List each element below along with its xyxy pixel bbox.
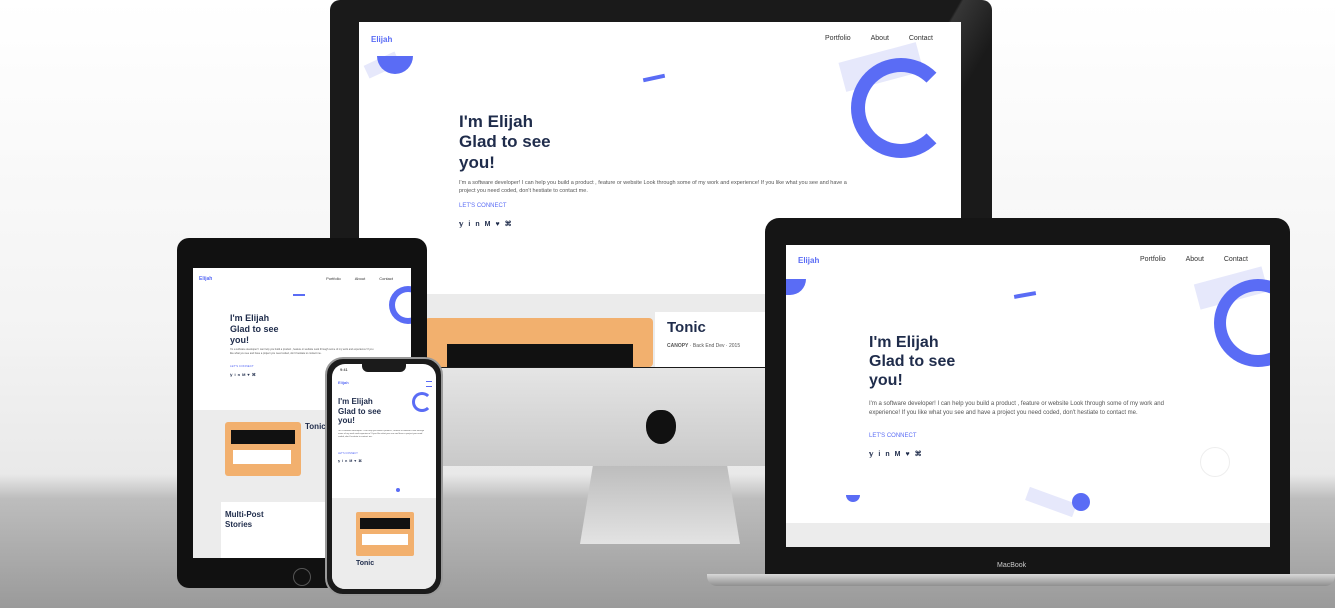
social-row: 𝕪inM♥⌘ [869,450,927,458]
site-logo[interactable]: Elijah [338,380,349,385]
site-logo[interactable]: Elijah [371,35,392,44]
nav-contact[interactable]: Contact [1224,256,1248,263]
menu-icon[interactable] [426,381,432,387]
nav-contact[interactable]: Contact [379,276,393,281]
apple-logo-icon [646,410,676,444]
macbook-label: MacBook [997,562,1027,569]
project-title: Tonic [305,422,326,431]
main-nav: Portfolio About Contact [1122,256,1248,263]
hero-heading: I'm Elijah Glad to see you! [869,334,956,390]
iphone: 9:41 Elijah I'm Elijah Glad to see you! … [325,357,443,596]
twitter-icon[interactable]: 𝕪 [869,451,878,458]
deco-dot [1072,493,1090,511]
twitter-icon[interactable]: 𝕪 [459,221,468,228]
nav-portfolio[interactable]: Portfolio [1140,256,1166,263]
connect-link[interactable]: LET'S CONNECT [338,452,358,455]
site-logo[interactable]: Elijah [199,276,212,282]
github-icon[interactable]: ♥ [905,451,914,458]
connect-link[interactable]: LET'S CONNECT [459,203,506,209]
deco-shape [1025,486,1077,518]
codepen-icon[interactable]: ⌘ [505,221,517,228]
hero-intro: I'm a software developer! I can help you… [869,401,1164,416]
main-nav: Portfolio About Contact [807,35,933,42]
deco-ring [412,392,432,412]
nav-portfolio[interactable]: Portfolio [326,276,341,281]
project-tags: CANOPY · Back End Dev · 2015 [667,343,741,349]
project-section [786,523,1270,547]
nav-about[interactable]: About [871,35,889,42]
deco-bar [642,73,666,83]
project-card-image[interactable] [356,512,414,556]
deco-half-circle [786,279,806,295]
deco-bar [1013,291,1037,299]
social-row: 𝕪inM♥⌘ [459,220,517,228]
hero-intro: I'm a software developer! I can help you… [338,430,425,438]
connect-link[interactable]: LET'S CONNECT [230,364,254,368]
site-logo[interactable]: Elijah [798,256,819,265]
deco-half-circle [846,495,860,502]
home-button[interactable] [293,568,311,586]
project-card-image[interactable] [425,318,653,367]
medium-icon[interactable]: M [895,451,906,458]
macbook-base: MacBook [707,562,1335,586]
medium-icon[interactable]: M [485,221,496,228]
hero-heading: I'm Elijah Glad to see you! [230,313,279,345]
nav-contact[interactable]: Contact [909,35,933,42]
imac-stand [580,466,740,544]
linkedin-icon[interactable]: in [235,372,243,377]
hero-intro: I'm a software developer! I can help you… [459,180,847,194]
linkedin-icon[interactable]: in [468,221,484,228]
macbook-screen: Elijah Portfolio About Contact I'm Elija… [786,245,1270,547]
status-time: 9:41 [340,367,348,372]
social-row: 𝕪inM♥⌘ [230,372,258,377]
deco-bar [293,294,305,296]
social-row: 𝕪inM♥⌘ [338,459,364,463]
codepen-icon[interactable]: ⌘ [915,451,927,458]
deco-ring [389,286,411,324]
linkedin-icon[interactable]: in [878,451,894,458]
hero-heading: I'm Elijah Glad to see you! [459,112,551,172]
project-title: Tonic [667,319,706,336]
deco-ring [851,58,951,158]
deco-circle-outline [1200,447,1230,477]
deco-dot [396,488,400,492]
macbook: Elijah Portfolio About Contact I'm Elija… [765,218,1290,574]
github-icon[interactable]: ♥ [495,221,504,228]
project-card-image[interactable] [225,422,301,476]
nav-about[interactable]: About [355,276,365,281]
connect-link[interactable]: LET'S CONNECT [869,433,916,439]
nav-about[interactable]: About [1186,256,1204,263]
hero-heading: I'm Elijah Glad to see you! [338,397,382,426]
iphone-screen: 9:41 Elijah I'm Elijah Glad to see you! … [332,364,436,589]
notch [362,364,406,372]
nav-portfolio[interactable]: Portfolio [825,35,851,42]
project-title: Tonic [356,560,375,567]
codepen-icon[interactable]: ⌘ [252,372,258,377]
codepen-icon[interactable]: ⌘ [358,459,364,463]
project-title: Multi-Post Stories [225,510,264,529]
main-nav: Portfolio About Contact [312,276,393,281]
